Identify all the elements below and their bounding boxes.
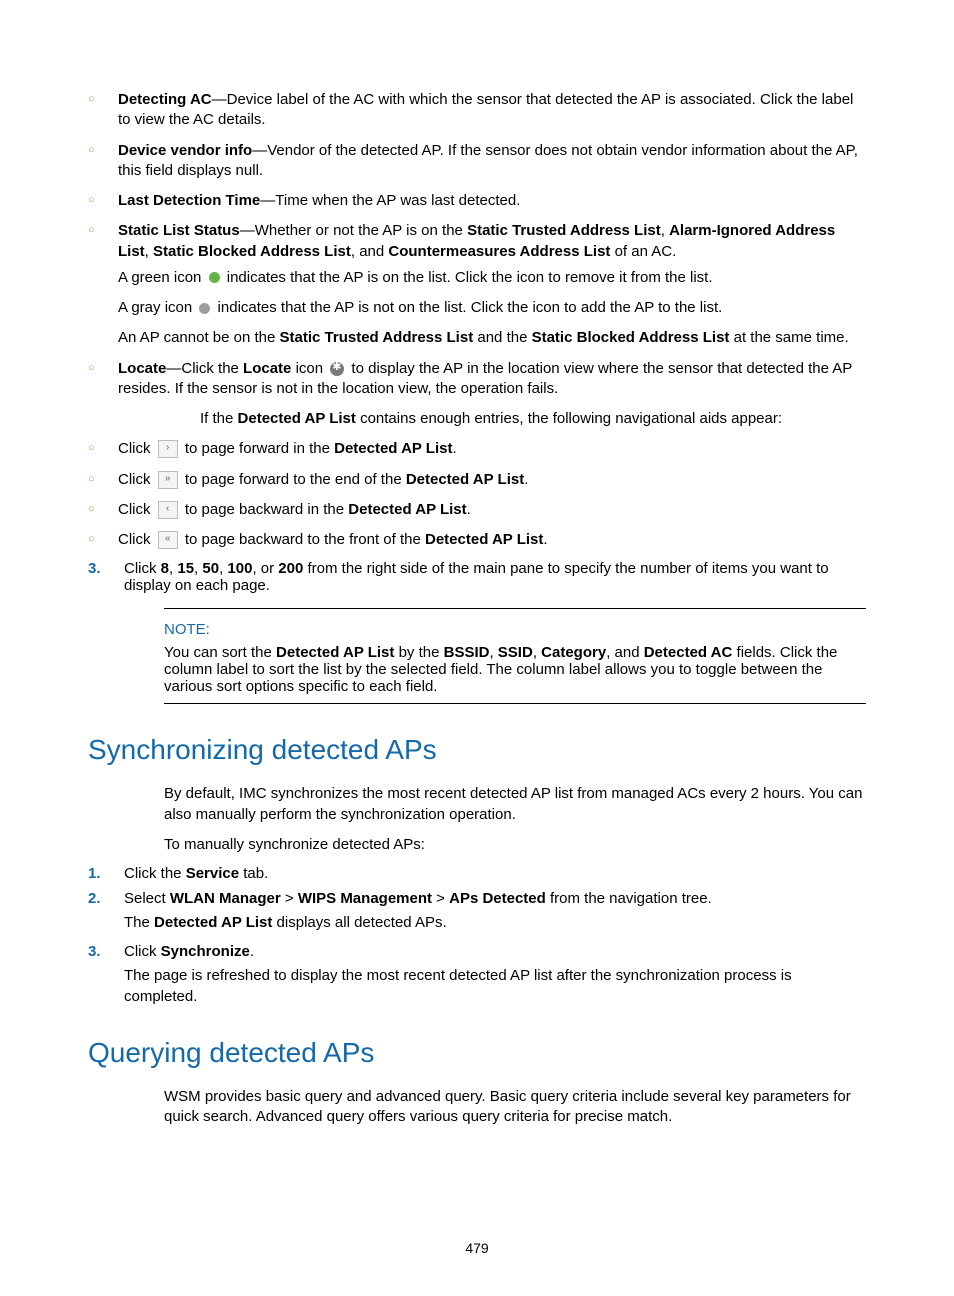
mutual-exclusion-note: An AP cannot be on the Static Trusted Ad… xyxy=(118,328,866,348)
status-green-icon xyxy=(209,272,220,283)
page-backward-icon: ‹ xyxy=(158,501,178,519)
list-item: Device vendor info—Vendor of the detecte… xyxy=(88,141,866,182)
page-forward-end-icon: » xyxy=(158,471,178,489)
term-locate: Locate xyxy=(118,360,166,377)
list-item: Click › to page forward in the Detected … xyxy=(88,439,866,459)
nav-intro: If the Detected AP List contains enough … xyxy=(200,409,866,429)
locate-icon xyxy=(330,362,344,376)
term-detecting-ac: Detecting AC xyxy=(118,91,212,108)
term-vendor-info: Device vendor info xyxy=(118,142,252,159)
sync-lead: To manually synchronize detected APs: xyxy=(164,835,866,855)
field-definitions-list: Detecting AC—Device label of the AC with… xyxy=(88,90,866,399)
term-static-list-status: Static List Status xyxy=(118,222,240,239)
query-intro: WSM provides basic query and advanced qu… xyxy=(164,1087,866,1128)
page-forward-icon: › xyxy=(158,440,178,458)
list-item: Click » to page forward to the end of th… xyxy=(88,470,866,490)
list-item: Click ‹ to page backward in the Detected… xyxy=(88,500,866,520)
term-last-detection: Last Detection Time xyxy=(118,192,260,209)
step-3: 3. Click Synchronize. The page is refres… xyxy=(88,943,866,1007)
page-number: 479 xyxy=(0,1240,954,1256)
step-number: 1. xyxy=(88,865,101,882)
nav-aids-list: Click › to page forward in the Detected … xyxy=(88,439,866,550)
heading-query: Querying detected APs xyxy=(88,1037,866,1069)
step-number: 3. xyxy=(88,943,101,960)
step-3-result: The page is refreshed to display the mos… xyxy=(124,966,866,1007)
sync-intro: By default, IMC synchronizes the most re… xyxy=(164,784,866,825)
heading-sync: Synchronizing detected APs xyxy=(88,734,866,766)
note-box: NOTE: You can sort the Detected AP List … xyxy=(164,608,866,704)
list-item-static-list: Static List Status—Whether or not the AP… xyxy=(88,221,866,348)
list-item: Click « to page backward to the front of… xyxy=(88,530,866,550)
page-backward-front-icon: « xyxy=(158,531,178,549)
gray-icon-note: A gray icon indicates that the AP is not… xyxy=(118,298,866,318)
step-number: 3. xyxy=(88,560,101,577)
green-icon-note: A green icon indicates that the AP is on… xyxy=(118,268,866,288)
step-2-result: The Detected AP List displays all detect… xyxy=(124,913,866,933)
document-page: Detecting AC—Device label of the AC with… xyxy=(0,0,954,1296)
note-label: NOTE: xyxy=(164,621,866,638)
sync-steps: 1. Click the Service tab. 2. Select WLAN… xyxy=(88,865,866,1007)
note-body: You can sort the Detected AP List by the… xyxy=(164,644,866,695)
step-1: 1. Click the Service tab. xyxy=(88,865,866,882)
list-item-locate: Locate—Click the Locate icon to display … xyxy=(88,359,866,400)
status-gray-icon xyxy=(199,303,210,314)
list-item: Detecting AC—Device label of the AC with… xyxy=(88,90,866,131)
step-number: 2. xyxy=(88,890,101,907)
step-2: 2. Select WLAN Manager > WIPS Management… xyxy=(88,890,866,933)
list-item: Last Detection Time—Time when the AP was… xyxy=(88,191,866,211)
step-3: 3. Click 8, 15, 50, 100, or 200 from the… xyxy=(88,560,866,594)
display-count-step: 3. Click 8, 15, 50, 100, or 200 from the… xyxy=(88,560,866,594)
